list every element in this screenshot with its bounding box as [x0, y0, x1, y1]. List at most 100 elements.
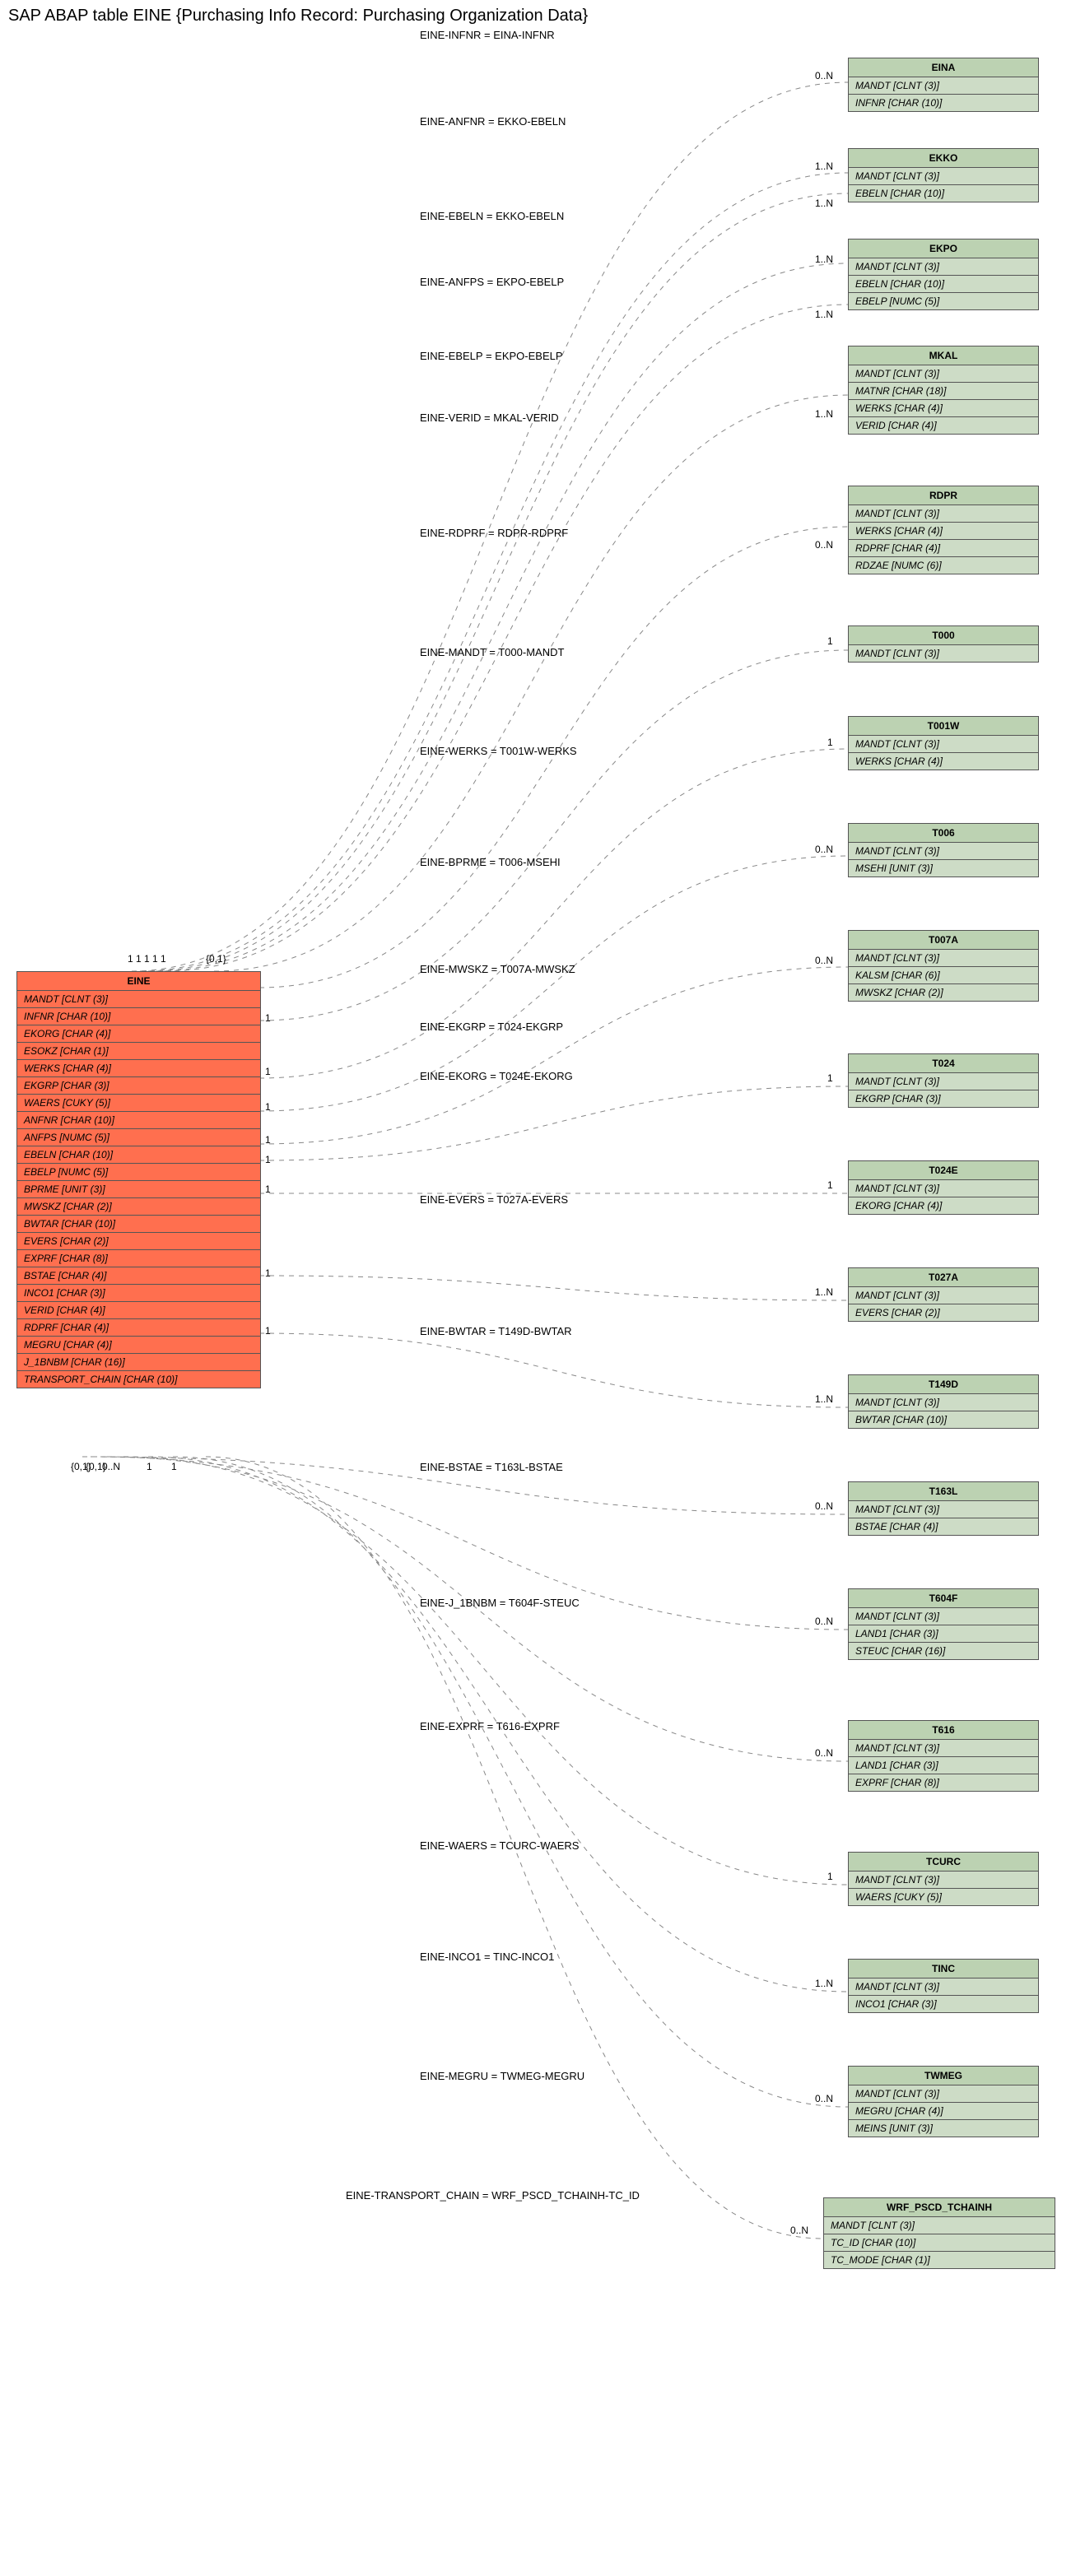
entity-t000: T000MANDT [CLNT (3)] [848, 625, 1039, 663]
entity-field: MANDT [CLNT (3)] [849, 365, 1038, 383]
entity-header: T149D [849, 1375, 1038, 1394]
entity-header: RDPR [849, 486, 1038, 505]
cardinality-source: 1 [265, 1325, 271, 1337]
cardinality-target: 1..N [815, 160, 833, 172]
cardinality-target: 1..N [815, 1978, 833, 1989]
cardinality-target: 1..N [815, 1286, 833, 1298]
entity-field: ANFNR [CHAR (10)] [17, 1112, 260, 1129]
cardinality-target: 1..N [815, 198, 833, 209]
entity-field: BSTAE [CHAR (4)] [849, 1518, 1038, 1535]
entity-header: T024E [849, 1161, 1038, 1180]
relation-label: EINE-ANFPS = EKPO-EBELP [420, 276, 564, 288]
entity-header: EINE [17, 972, 260, 991]
entity-header: TWMEG [849, 2067, 1038, 2085]
entity-field: EBELN [CHAR (10)] [849, 276, 1038, 293]
entity-field: TC_ID [CHAR (10)] [824, 2234, 1055, 2252]
entity-field: WERKS [CHAR (4)] [849, 753, 1038, 770]
relation-label: EINE-EBELP = EKPO-EBELP [420, 350, 563, 362]
entity-t027a: T027AMANDT [CLNT (3)]EVERS [CHAR (2)] [848, 1267, 1039, 1322]
entity-field: EVERS [CHAR (2)] [17, 1233, 260, 1250]
relation-label: EINE-INCO1 = TINC-INCO1 [420, 1951, 554, 1963]
relation-label: EINE-BSTAE = T163L-BSTAE [420, 1461, 563, 1473]
entity-field: EBELN [CHAR (10)] [17, 1146, 260, 1164]
entity-field: ESOKZ [CHAR (1)] [17, 1043, 260, 1060]
cardinality-target: 0..N [815, 70, 833, 81]
entity-t163l: T163LMANDT [CLNT (3)]BSTAE [CHAR (4)] [848, 1481, 1039, 1536]
cardinality-target: 0..N [815, 1747, 833, 1759]
entity-field: KALSM [CHAR (6)] [849, 967, 1038, 984]
entity-field: BPRME [UNIT (3)] [17, 1181, 260, 1198]
entity-field: EBELP [NUMC (5)] [17, 1164, 260, 1181]
entity-field: EBELP [NUMC (5)] [849, 293, 1038, 309]
entity-field: ANFPS [NUMC (5)] [17, 1129, 260, 1146]
relation-label: EINE-WERKS = T001W-WERKS [420, 745, 577, 757]
cardinality-target: 1..N [815, 253, 833, 265]
entity-field: EKGRP [CHAR (3)] [849, 1090, 1038, 1107]
entity-field: MANDT [CLNT (3)] [849, 1073, 1038, 1090]
entity-field: BWTAR [CHAR (10)] [849, 1411, 1038, 1428]
entity-header: T007A [849, 931, 1038, 950]
entity-header: EKPO [849, 239, 1038, 258]
cardinality-source: 1 [171, 1461, 177, 1472]
entity-header: T006 [849, 824, 1038, 843]
entity-field: MANDT [CLNT (3)] [849, 168, 1038, 185]
entity-header: T000 [849, 626, 1038, 645]
relation-label: EINE-EBELN = EKKO-EBELN [420, 210, 564, 222]
entity-field: MANDT [CLNT (3)] [849, 258, 1038, 276]
entity-field: INCO1 [CHAR (3)] [849, 1996, 1038, 2012]
entity-header: EINA [849, 58, 1038, 77]
entity-field: MANDT [CLNT (3)] [849, 645, 1038, 662]
entity-t001w: T001WMANDT [CLNT (3)]WERKS [CHAR (4)] [848, 716, 1039, 770]
entity-field: RDPRF [CHAR (4)] [849, 540, 1038, 557]
page-title: SAP ABAP table EINE {Purchasing Info Rec… [8, 7, 588, 26]
entity-field: WAERS [CUKY (5)] [17, 1095, 260, 1112]
entity-eina: EINAMANDT [CLNT (3)]INFNR [CHAR (10)] [848, 58, 1039, 112]
cardinality-target: 0..N [815, 955, 833, 966]
entity-field: EKORG [CHAR (4)] [17, 1025, 260, 1043]
entity-field: MANDT [CLNT (3)] [849, 1872, 1038, 1889]
entity-rdpr: RDPRMANDT [CLNT (3)]WERKS [CHAR (4)]RDPR… [848, 486, 1039, 574]
relation-label: EINE-RDPRF = RDPR-RDPRF [420, 527, 568, 539]
entity-t007a: T007AMANDT [CLNT (3)]KALSM [CHAR (6)]MWS… [848, 930, 1039, 1002]
entity-field: MANDT [CLNT (3)] [849, 1180, 1038, 1197]
entity-field: VERID [CHAR (4)] [849, 417, 1038, 434]
entity-field: EKORG [CHAR (4)] [849, 1197, 1038, 1214]
cardinality-target: 0..N [790, 2225, 808, 2236]
entity-field: INFNR [CHAR (10)] [849, 95, 1038, 111]
entity-field: MANDT [CLNT (3)] [849, 1287, 1038, 1304]
cardinality-source: 1 [161, 953, 166, 965]
cardinality-source: 1 [144, 953, 150, 965]
cardinality-target: 0..N [815, 2093, 833, 2104]
entity-header: T163L [849, 1482, 1038, 1501]
relation-label: EINE-ANFNR = EKKO-EBELN [420, 115, 566, 128]
entity-field: EKGRP [CHAR (3)] [17, 1077, 260, 1095]
entity-field: LAND1 [CHAR (3)] [849, 1625, 1038, 1643]
entity-header: T001W [849, 717, 1038, 736]
cardinality-source: 0..N [102, 1461, 120, 1472]
cardinality-source: 1 [147, 1461, 152, 1472]
entity-header: EKKO [849, 149, 1038, 168]
entity-field: WERKS [CHAR (4)] [849, 400, 1038, 417]
entity-field: MANDT [CLNT (3)] [17, 991, 260, 1008]
entity-field: RDZAE [NUMC (6)] [849, 557, 1038, 574]
cardinality-target: 1..N [815, 1393, 833, 1405]
cardinality-source: {0,1} [206, 953, 226, 965]
entity-t149d: T149DMANDT [CLNT (3)]BWTAR [CHAR (10)] [848, 1374, 1039, 1429]
relation-label: EINE-MANDT = T000-MANDT [420, 646, 564, 658]
entity-field: VERID [CHAR (4)] [17, 1302, 260, 1319]
relation-label: EINE-MEGRU = TWMEG-MEGRU [420, 2070, 584, 2082]
entity-field: MANDT [CLNT (3)] [849, 1501, 1038, 1518]
entity-eine: EINEMANDT [CLNT (3)]INFNR [CHAR (10)]EKO… [16, 971, 261, 1388]
relation-label: EINE-J_1BNBM = T604F-STEUC [420, 1597, 580, 1609]
relation-label: EINE-MWSKZ = T007A-MWSKZ [420, 963, 575, 975]
entity-field: MANDT [CLNT (3)] [849, 843, 1038, 860]
entity-ekko: EKKOMANDT [CLNT (3)]EBELN [CHAR (10)] [848, 148, 1039, 202]
entity-field: J_1BNBM [CHAR (16)] [17, 1354, 260, 1371]
entity-header: T027A [849, 1268, 1038, 1287]
relation-label: EINE-TRANSPORT_CHAIN = WRF_PSCD_TCHAINH-… [346, 2189, 640, 2202]
entity-field: MWSKZ [CHAR (2)] [17, 1198, 260, 1216]
cardinality-source: 1 [265, 1012, 271, 1024]
entity-field: EXPRF [CHAR (8)] [17, 1250, 260, 1267]
entity-field: EBELN [CHAR (10)] [849, 185, 1038, 202]
entity-wrf_pscd_tchainh: WRF_PSCD_TCHAINHMANDT [CLNT (3)]TC_ID [C… [823, 2197, 1055, 2269]
